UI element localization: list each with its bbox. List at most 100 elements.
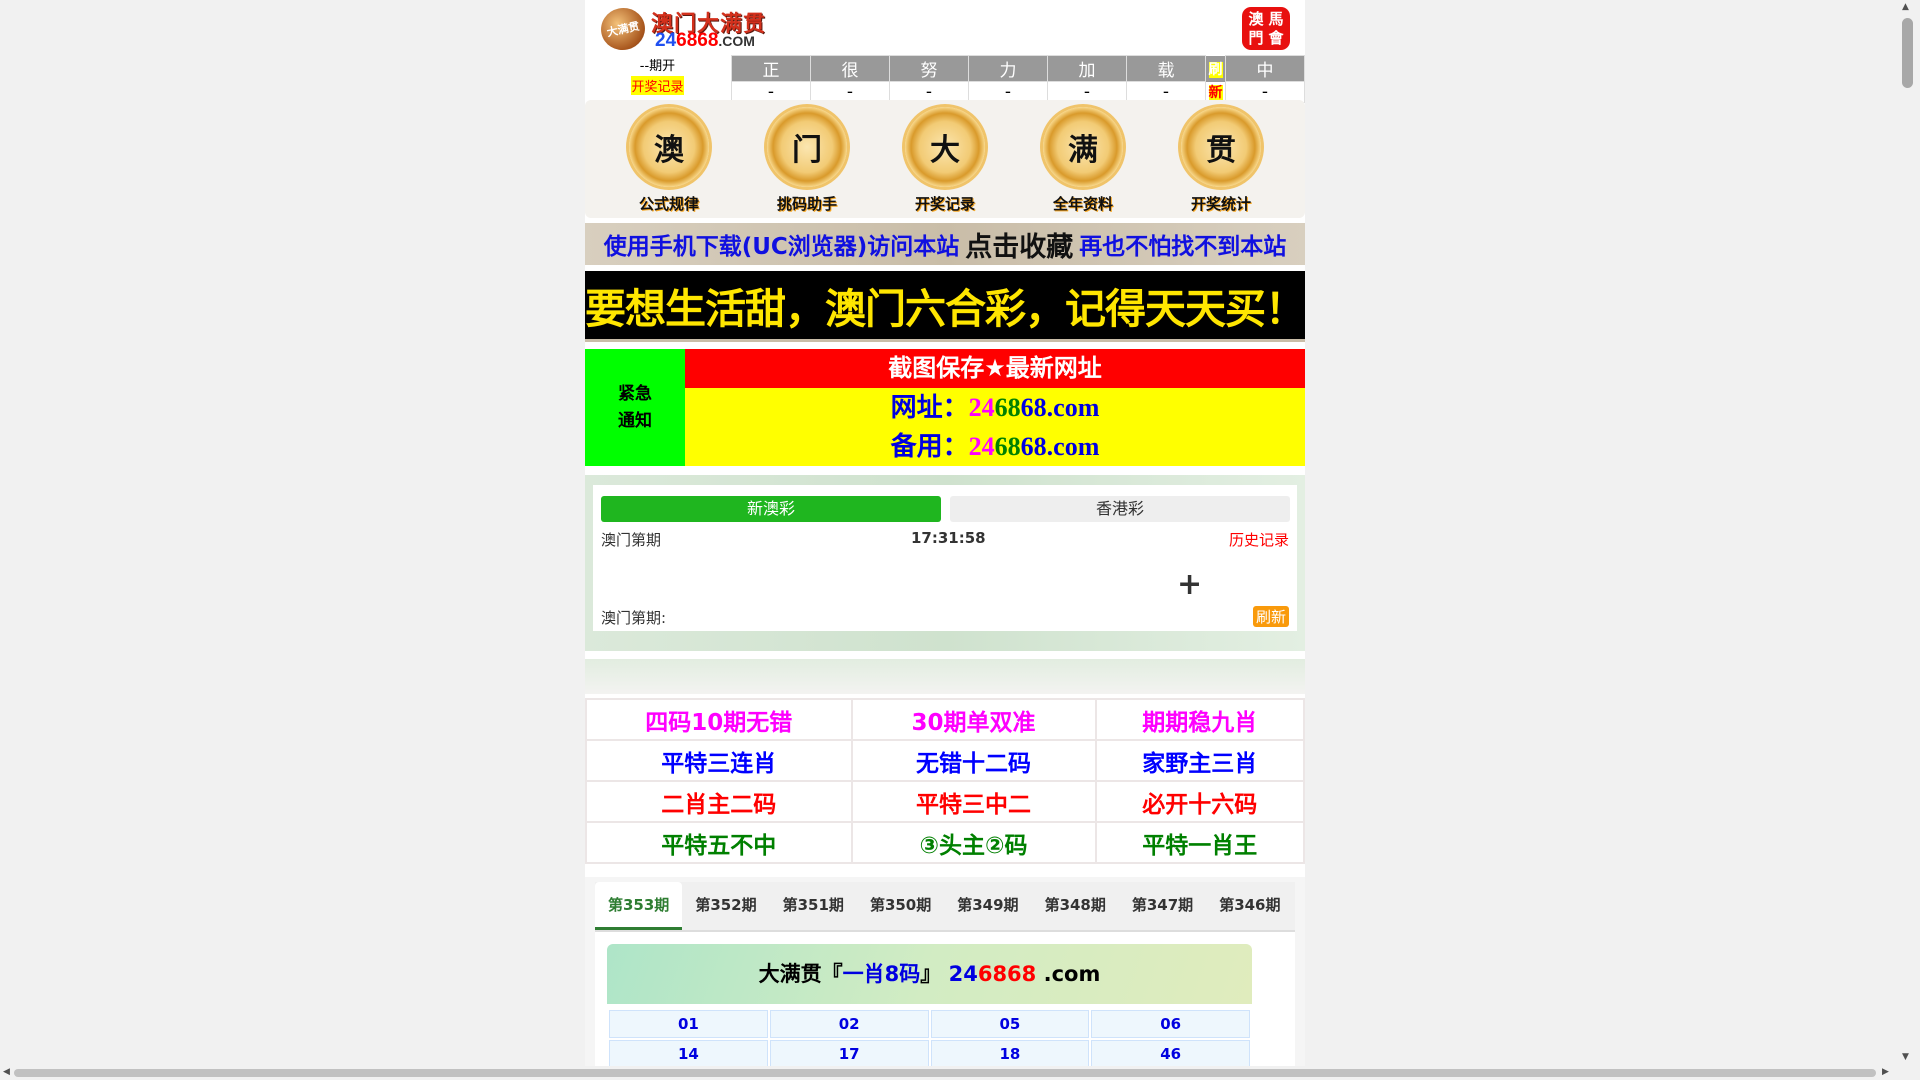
period-tab[interactable]: 第353期: [595, 882, 683, 930]
logo-url-suffix: .COM: [718, 33, 755, 49]
result-header: 载: [1126, 55, 1206, 82]
draw-results-table: 正很努力加载 刷 中 ------ 新 -: [731, 55, 1305, 103]
vertical-scrollbar[interactable]: ▲ ▼: [1894, 0, 1920, 1066]
scroll-left-icon[interactable]: ◀: [3, 1067, 10, 1077]
scroll-down-icon[interactable]: ▼: [1902, 1052, 1909, 1062]
url-part: 68: [994, 393, 1021, 422]
history-link[interactable]: 历史记录: [1229, 529, 1289, 550]
notice-urls: 网址：246868.com 备用：246868.com: [685, 388, 1305, 466]
prediction-link[interactable]: 期期稳九肖: [1094, 698, 1305, 741]
number-cell: 02: [769, 1010, 929, 1038]
logo-url-blue: 24: [655, 30, 677, 51]
url-part: 68.com: [1020, 432, 1100, 461]
draw-info: --期开 开奖记录: [585, 55, 730, 95]
medal-icon: 满: [1043, 107, 1123, 187]
prediction-link[interactable]: 30期单双准: [850, 698, 1097, 741]
notice-title: 截图保存★最新网址: [685, 349, 1305, 388]
number-cell: 14: [609, 1040, 768, 1066]
special-header: 中: [1225, 55, 1305, 82]
url-part: 24: [968, 432, 995, 461]
number-cell: 05: [930, 1010, 1090, 1038]
medal-icon: 大: [905, 107, 985, 187]
next-period-label: 澳门第期:: [601, 609, 667, 627]
nav-picker[interactable]: 门挑码助手: [757, 100, 857, 218]
plus-icon: +: [1177, 567, 1203, 602]
prediction-link[interactable]: 无错十二码: [850, 739, 1097, 782]
title-part: 大满贯『: [758, 962, 843, 986]
logo-badge[interactable]: 大满贯: [597, 3, 649, 55]
result-header: 正: [731, 55, 811, 82]
title-highlight: 一肖8码: [842, 962, 921, 986]
period-tab[interactable]: 第349期: [944, 882, 1031, 930]
notice-tag: 紧急 通知: [585, 349, 685, 466]
site-suffix: .com: [1036, 962, 1101, 986]
urgent-notice: 紧急 通知 截图保存★最新网址 网址：246868.com 备用：246868.c…: [585, 349, 1305, 466]
number-cell: 06: [1091, 1010, 1250, 1038]
nav-stats[interactable]: 贯开奖统计: [1171, 100, 1271, 218]
bookmark-link[interactable]: 点击收藏: [965, 225, 1073, 264]
scroll-up-icon[interactable]: ▲: [1902, 2, 1909, 12]
prediction-link[interactable]: 平特一肖王: [1094, 821, 1305, 864]
banner-text: 使用手机下载(UC浏览器)访问本站: [603, 234, 960, 260]
title-part: 』: [920, 962, 942, 986]
number-cell: 01: [609, 1010, 768, 1038]
refresh-button[interactable]: 刷新: [1252, 606, 1289, 627]
url-row[interactable]: 网址：246868.com: [685, 388, 1305, 427]
result-header: 很: [810, 55, 890, 82]
period-tab[interactable]: 第350期: [857, 882, 944, 930]
period-tab[interactable]: 第351期: [770, 882, 857, 930]
number-cell: 18: [930, 1040, 1090, 1066]
horizontal-scrollbar[interactable]: ◀ ▶: [0, 1066, 1894, 1080]
period-tab[interactable]: 第347期: [1119, 882, 1206, 930]
nav-formula[interactable]: 澳公式规律: [619, 100, 719, 218]
result-header: 努: [889, 55, 969, 82]
number-cell: 17: [769, 1040, 929, 1066]
period-tab[interactable]: 第346期: [1206, 882, 1293, 930]
notice-tag-line: 紧急: [618, 383, 652, 404]
tab-hongkong[interactable]: 香港彩: [950, 496, 1290, 522]
nav-label: 挑码助手: [776, 195, 837, 213]
nav-records[interactable]: 大开奖记录: [895, 100, 995, 218]
vertical-scroll-thumb[interactable]: [1902, 18, 1913, 88]
nav-yearly[interactable]: 满全年资料: [1033, 100, 1133, 218]
scroll-right-icon[interactable]: ▶: [1882, 1067, 1889, 1077]
url-label: 网址：: [890, 393, 969, 422]
decorative-strip: [585, 659, 1305, 694]
banner-text: 再也不怕找不到本站: [1079, 234, 1287, 260]
result-header: 加: [1047, 55, 1127, 82]
url-row[interactable]: 备用：246868.com: [685, 427, 1305, 466]
period-tab[interactable]: 第: [1294, 882, 1296, 930]
header: 大满贯 澳门大满贯 246868.COM 澳馬門會: [585, 0, 1305, 55]
url-label: 备用：: [890, 432, 969, 461]
refresh-button-top[interactable]: 刷: [1205, 55, 1226, 82]
result-header: 力: [968, 55, 1048, 82]
prediction-link[interactable]: 家野主三肖: [1094, 739, 1305, 782]
period-tab[interactable]: 第352期: [682, 882, 769, 930]
slogan-banner: 要想生活甜，澳门六合彩，记得天天买！: [585, 271, 1305, 342]
macau-jockey-seal-logo[interactable]: 澳馬門會: [1242, 7, 1290, 50]
prediction-title: 大满贯『一肖8码』 246868 .com: [607, 944, 1252, 1004]
url-part: 68: [994, 432, 1021, 461]
nav-label: 公式规律: [638, 195, 699, 213]
medal-icon: 澳: [629, 107, 709, 187]
periods-section: 第353期 第352期 第351期 第350期 第349期 第348期 第347期 第346期…: [585, 877, 1305, 1066]
prediction-link[interactable]: 四码10期无错: [585, 698, 853, 741]
prediction-link[interactable]: ③头主②码: [850, 821, 1097, 864]
seal-char: 馬: [1268, 10, 1284, 28]
prediction-link[interactable]: 平特三连肖: [585, 739, 853, 782]
horizontal-scroll-thumb[interactable]: [14, 1069, 1876, 1077]
prediction-link[interactable]: 必开十六码: [1094, 780, 1305, 823]
period-label: 澳门第期: [601, 531, 662, 549]
prediction-link[interactable]: 平特三中二: [850, 780, 1097, 823]
prediction-link[interactable]: 二肖主二码: [585, 780, 853, 823]
seal-char: 門: [1248, 28, 1264, 47]
record-link[interactable]: 开奖记录: [631, 76, 684, 95]
period-tabs: 第353期 第352期 第351期 第350期 第349期 第348期 第347期 第346期…: [595, 882, 1295, 932]
nav-label: 开奖记录: [914, 195, 975, 213]
tab-new-macau[interactable]: 新澳彩: [601, 496, 941, 522]
bookmark-banner[interactable]: 使用手机下载(UC浏览器)访问本站 点击收藏 再也不怕找不到本站: [585, 223, 1305, 265]
site-red: 6868: [977, 962, 1037, 986]
prediction-link[interactable]: 平特五不中: [585, 821, 853, 864]
prediction-grid: 四码10期无错 30期单双准 期期稳九肖 平特三连肖 无错十二码 家野主三肖 二肖主二码 平特…: [585, 698, 1305, 864]
period-tab[interactable]: 第348期: [1032, 882, 1119, 930]
